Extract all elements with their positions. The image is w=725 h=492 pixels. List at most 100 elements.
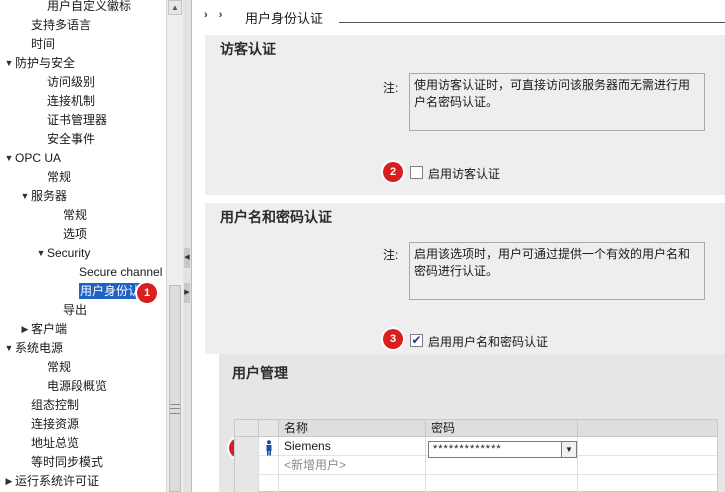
tree-scrollbar[interactable]: ▲: [166, 0, 183, 492]
row-header[interactable]: [235, 475, 259, 492]
guest-auth-checkbox[interactable]: [410, 166, 423, 179]
project-tree: 用户自定义徽标 支持多语言 时间 ▼ 防护与安全 访问级别 连接机制 证书管理器 安全事件 ▼ OP…: [0, 0, 166, 492]
breadcrumb-arrows-icon[interactable]: › ›: [204, 9, 226, 21]
tree-item[interactable]: 常规: [63, 206, 87, 225]
collapsed-arrow-icon[interactable]: ▶: [3, 472, 15, 491]
tree-item[interactable]: 支持多语言: [31, 16, 91, 35]
tree-item[interactable]: ▼ 系统电源: [3, 339, 63, 358]
expanded-arrow-icon[interactable]: ▼: [3, 339, 15, 358]
expanded-arrow-icon[interactable]: ▼: [19, 187, 31, 206]
guest-auth-section: 访客认证 注: 使用访客认证时，可直接访问该服务器而无需进行用户名密码认证。 2…: [205, 35, 725, 195]
tree-item-label: OPC UA: [15, 151, 62, 165]
tree-item-label: 连接资源: [31, 417, 80, 431]
section-title: 访客认证: [220, 41, 276, 57]
grip-icon: [170, 404, 180, 414]
tree-item-label: Security: [47, 246, 91, 260]
add-user-cell[interactable]: <新增用户>: [279, 456, 426, 475]
tree-item[interactable]: 访问级别: [47, 73, 95, 92]
tree-item-label: 客户端: [31, 322, 68, 336]
note-label: 注:: [383, 81, 399, 95]
panel-splitter[interactable]: ◀ ▶: [183, 0, 192, 492]
tree-item[interactable]: 安全事件: [47, 130, 95, 149]
table-row: [259, 475, 279, 492]
title-rule: [339, 22, 725, 23]
tree-item[interactable]: ▼ 防护与安全: [3, 54, 75, 73]
tree-item[interactable]: ▶ 运行系统许可证: [3, 472, 99, 491]
section-divider: [205, 195, 725, 203]
tree-item-label: 支持多语言: [31, 18, 92, 32]
expanded-arrow-icon[interactable]: ▼: [35, 244, 47, 263]
expanded-arrow-icon[interactable]: ▼: [3, 54, 15, 73]
tree-item[interactable]: 连接机制: [47, 92, 95, 111]
empty-cell[interactable]: [426, 475, 578, 492]
tree-item-label: 电源段概览: [47, 379, 108, 393]
tree-item[interactable]: 电源段概览: [47, 377, 107, 396]
breadcrumb: › › 用户身份认证: [192, 0, 725, 30]
tree-item-label: Secure channel: [79, 265, 163, 279]
row-header[interactable]: [235, 437, 259, 456]
column-header-name[interactable]: 名称: [279, 420, 426, 437]
tree-item[interactable]: 选项: [63, 225, 87, 244]
tree-item[interactable]: ▼ OPC UA: [3, 149, 61, 168]
scrollbar-thumb[interactable]: [169, 285, 181, 492]
password-cell[interactable]: [426, 456, 578, 475]
tree-item[interactable]: 组态控制: [31, 396, 79, 415]
table-row: [259, 456, 279, 475]
collapse-left-icon[interactable]: ◀: [184, 248, 190, 268]
tree-item-label: 选项: [63, 227, 88, 241]
tree-item-label: 访问级别: [47, 75, 96, 89]
page-title: 用户身份认证: [245, 11, 324, 26]
expand-right-icon[interactable]: ▶: [184, 283, 190, 303]
tree-item[interactable]: 等时同步模式: [31, 453, 103, 472]
userpass-auth-checkbox[interactable]: ✔: [410, 334, 423, 347]
checkbox-label: 启用访客认证: [428, 167, 501, 181]
tree-item[interactable]: 常规: [47, 168, 71, 187]
tree-item-label: 连接机制: [47, 94, 96, 108]
section-title: 用户名和密码认证: [220, 209, 332, 225]
tree-item-label: 地址总览: [31, 436, 80, 450]
tree-item-label: 服务器: [31, 189, 68, 203]
table-row-filler: [578, 475, 717, 492]
tree-item-label: 防护与安全: [15, 56, 76, 70]
tree-item[interactable]: 时间: [31, 35, 55, 54]
marker-3: 3: [383, 329, 403, 349]
section-title: 用户管理: [232, 365, 288, 381]
tree-item-label: 组态控制: [31, 398, 80, 412]
expanded-arrow-icon[interactable]: ▼: [3, 149, 15, 168]
column-header-empty: [578, 420, 717, 437]
user-management-section: 用户管理 4 名称 密码 Siemens ************* ▼: [219, 354, 725, 492]
tree-item-label: 用户自定义徽标: [47, 0, 132, 13]
tree-item[interactable]: ▼ 服务器: [19, 187, 67, 206]
table-row: [259, 437, 279, 456]
user-name-cell[interactable]: Siemens: [279, 437, 426, 456]
tree-item[interactable]: 证书管理器: [47, 111, 107, 130]
table-row-filler: [578, 437, 717, 456]
tree-item-label: 导出: [63, 303, 88, 317]
table-row-filler: [578, 456, 717, 475]
tree-item-label: 运行系统许可证: [15, 474, 100, 488]
tree-item-label: 常规: [63, 208, 88, 222]
table-icon-column: [259, 420, 279, 437]
user-table: 名称 密码 Siemens ************* ▼ <新增用户>: [234, 419, 718, 492]
tree-item-label: 证书管理器: [47, 113, 108, 127]
tree-item[interactable]: 导出: [63, 301, 87, 320]
row-header[interactable]: [235, 456, 259, 475]
tree-item-label: 时间: [31, 37, 56, 51]
userpass-note-box: 启用该选项时，用户可通过提供一个有效的用户名和密码进行认证。: [409, 242, 705, 300]
arrow-up-icon[interactable]: ▲: [168, 0, 182, 15]
tree-item[interactable]: 连接资源: [31, 415, 79, 434]
tree-item[interactable]: 地址总览: [31, 434, 79, 453]
marker-2: 2: [383, 162, 403, 182]
empty-cell[interactable]: [279, 475, 426, 492]
user-icon: [266, 440, 272, 456]
tree-item[interactable]: 用户自定义徽标: [47, 0, 131, 16]
marker-1: 1: [137, 283, 157, 303]
tree-item-label: 等时同步模式: [31, 455, 104, 469]
tree-item[interactable]: ▶ 客户端: [19, 320, 67, 339]
note-label: 注:: [383, 248, 399, 262]
collapsed-arrow-icon[interactable]: ▶: [19, 320, 31, 339]
column-header-password[interactable]: 密码: [426, 420, 578, 437]
tree-item[interactable]: 常规: [47, 358, 71, 377]
tree-item[interactable]: ▼ Security: [35, 244, 91, 263]
tree-item[interactable]: Secure channel: [79, 263, 162, 282]
